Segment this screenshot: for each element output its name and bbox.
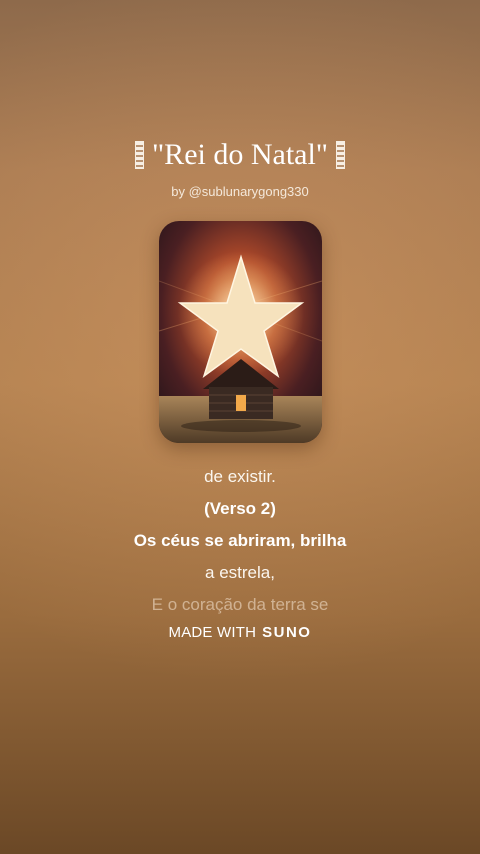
star-over-house-artwork <box>159 221 322 443</box>
lyric-line-active: Os céus se abriram, brilha <box>133 531 347 550</box>
lyric-line-upcoming: E o coração da terra se <box>151 595 329 614</box>
suno-brand-logo: SUNO <box>262 624 312 641</box>
song-title-row: "Rei do Natal" <box>0 136 480 174</box>
film-strip-icon <box>134 141 144 169</box>
artist-byline: by @sublunarygong330 <box>171 184 309 199</box>
lyric-line: de existir. <box>204 467 276 486</box>
lyric-line: a estrela, <box>205 563 275 582</box>
lyrics-panel: de existir. (Verso 2) Os céus se abriram… <box>0 461 480 621</box>
film-strip-icon <box>336 141 346 169</box>
cover-art <box>159 221 322 443</box>
made-with-watermark: MADE WITH SUNO <box>0 624 480 641</box>
song-title: "Rei do Natal" <box>151 138 329 171</box>
made-with-label: MADE WITH <box>168 624 257 641</box>
lyric-line-active: (Verso 2) <box>204 499 276 518</box>
